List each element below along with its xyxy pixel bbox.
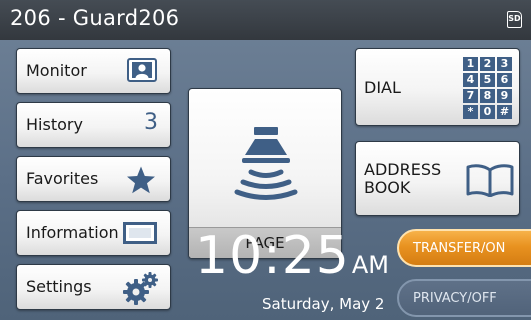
keypad-key: * bbox=[463, 105, 478, 119]
keypad-key: 9 bbox=[497, 89, 512, 103]
page-title: 206 - Guard206 bbox=[10, 6, 180, 30]
clock-ampm: AM bbox=[351, 251, 389, 279]
settings-label: Settings bbox=[26, 277, 92, 296]
history-label: History bbox=[26, 115, 83, 134]
settings-button[interactable]: Settings bbox=[16, 264, 171, 310]
gear-icon bbox=[123, 272, 158, 305]
address-book-button[interactable]: ADDRESS BOOK bbox=[355, 141, 520, 216]
title-bar: 206 - Guard206 SD bbox=[0, 0, 531, 40]
monitor-button[interactable]: Monitor bbox=[16, 48, 171, 94]
privacy-label: PRIVACY/OFF bbox=[413, 291, 497, 306]
address-book-label-line2: BOOK bbox=[364, 178, 411, 197]
keypad-key: # bbox=[497, 105, 512, 119]
book-icon bbox=[466, 164, 514, 197]
keypad-key: 6 bbox=[497, 73, 512, 87]
keypad-icon: 1 2 3 4 5 6 7 8 9 * 0 # bbox=[463, 57, 515, 119]
keypad-key: 8 bbox=[480, 89, 495, 103]
history-count: 3 bbox=[144, 110, 158, 135]
address-book-label-line1: ADDRESS bbox=[364, 160, 442, 179]
keypad-key: 1 bbox=[463, 57, 478, 71]
message-board-icon bbox=[123, 222, 157, 244]
keypad-key: 3 bbox=[497, 57, 512, 71]
information-button[interactable]: Information bbox=[16, 210, 171, 256]
star-icon bbox=[127, 166, 155, 194]
keypad-key: 0 bbox=[480, 105, 495, 119]
home-screen: Monitor History 3 Favorites Information … bbox=[0, 40, 531, 320]
information-label: Information bbox=[26, 223, 119, 242]
favorites-label: Favorites bbox=[26, 169, 99, 188]
transfer-label: TRANSFER/ON bbox=[413, 241, 506, 256]
privacy-toggle[interactable]: PRIVACY/OFF bbox=[397, 279, 531, 317]
transfer-toggle[interactable]: TRANSFER/ON bbox=[397, 229, 531, 267]
keypad-key: 7 bbox=[463, 89, 478, 103]
clock-time: 10:25AM bbox=[195, 230, 389, 291]
clock-date: Saturday, May 2 bbox=[262, 295, 385, 313]
dial-label: DIAL bbox=[364, 78, 401, 97]
keypad-key: 4 bbox=[463, 73, 478, 87]
favorites-button[interactable]: Favorites bbox=[16, 156, 171, 202]
monitor-label: Monitor bbox=[26, 61, 87, 80]
clock-digits: 10:25 bbox=[195, 226, 350, 286]
keypad-key: 5 bbox=[480, 73, 495, 87]
dial-button[interactable]: DIAL 1 2 3 4 5 6 7 8 9 * 0 # bbox=[355, 48, 520, 126]
keypad-key: 2 bbox=[480, 57, 495, 71]
history-button[interactable]: History 3 bbox=[16, 102, 171, 148]
paging-speaker-icon bbox=[234, 127, 298, 200]
sd-card-icon: SD bbox=[507, 11, 522, 28]
monitor-icon bbox=[127, 58, 157, 82]
